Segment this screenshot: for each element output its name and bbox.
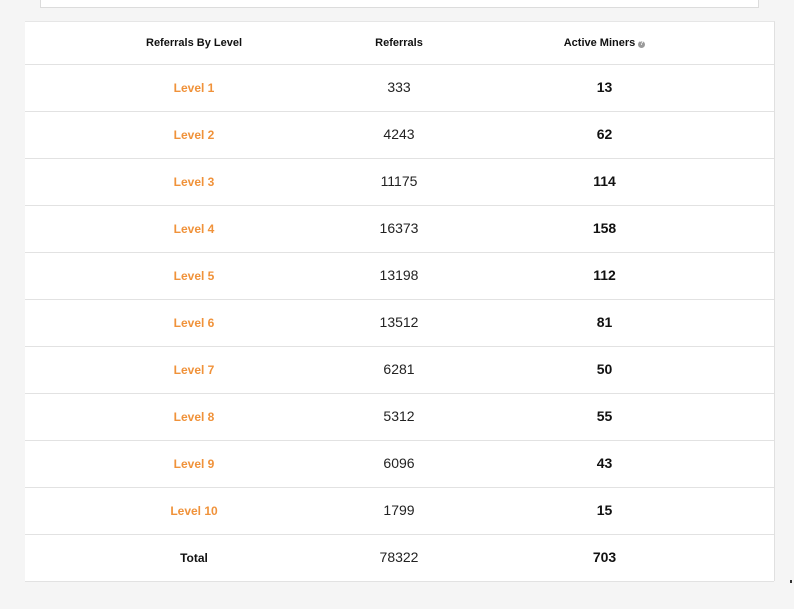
level-link[interactable]: Level 5	[174, 269, 215, 283]
header-row: Referrals By Level Referrals Active Mine…	[25, 22, 774, 65]
active-miners-cell: 50	[435, 346, 774, 394]
active-miners-count: 43	[596, 454, 613, 471]
referrals-cell: 4243	[363, 111, 435, 159]
total-active-cell: 703	[435, 534, 774, 582]
level-cell: Level 9	[25, 440, 363, 488]
referrals-cell: 16373	[363, 205, 435, 253]
level-link[interactable]: Level 10	[170, 504, 217, 518]
table-row: Level 5 13198 112	[25, 252, 774, 300]
table-row: Level 7 6281 50	[25, 346, 774, 394]
active-miners-count: 158	[592, 219, 617, 236]
level-link[interactable]: Level 9	[174, 457, 215, 471]
referrals-count: 11175	[380, 172, 418, 189]
referrals-cell: 11175	[363, 158, 435, 206]
level-cell: Level 5	[25, 252, 363, 300]
table-row: Level 10 1799 15	[25, 487, 774, 535]
active-miners-cell: 81	[435, 299, 774, 347]
active-miners-count: 55	[596, 407, 613, 424]
question-circle-icon[interactable]: ?	[638, 40, 646, 48]
level-cell: Level 7	[25, 346, 363, 394]
referrals-cell: 333	[363, 64, 435, 112]
active-miners-cell: 13	[435, 64, 774, 112]
total-row: Total 78322 703	[25, 534, 774, 582]
referrals-cell: 6096	[363, 440, 435, 488]
active-miners-count: 112	[593, 266, 616, 283]
active-miners-cell: 62	[435, 111, 774, 159]
active-miners-count: 50	[596, 360, 613, 377]
active-miners-count: 15	[596, 501, 613, 518]
level-cell: Level 8	[25, 393, 363, 441]
level-cell: Level 2	[25, 111, 363, 159]
table-row: Level 3 11175 114	[25, 158, 774, 206]
table-row: Level 6 13512 81	[25, 299, 774, 347]
level-link[interactable]: Level 4	[174, 222, 215, 236]
table-row: Level 2 4243 62	[25, 111, 774, 159]
total-label: Total	[180, 550, 208, 565]
table-row: Level 1 333 13	[25, 64, 774, 112]
header-referrals: Referrals	[363, 22, 435, 65]
referrals-by-level-table: Referrals By Level Referrals Active Mine…	[25, 22, 774, 582]
referrals-count: 16373	[379, 219, 419, 236]
total-referrals-cell: 78322	[363, 534, 435, 582]
level-cell: Level 3	[25, 158, 363, 206]
active-miners-cell: 43	[435, 440, 774, 488]
referrals-cell: 1799	[363, 487, 435, 535]
active-miners-count: 81	[596, 313, 613, 330]
referrals-count: 5312	[383, 407, 415, 424]
referrals-table-card: Referrals By Level Referrals Active Mine…	[25, 21, 775, 582]
header-active-miners: Active Miners?	[435, 22, 774, 65]
active-miners-count: 13	[596, 78, 613, 95]
active-miners-cell: 112	[435, 252, 774, 300]
referrals-count: 13512	[379, 313, 419, 330]
active-miners-cell: 55	[435, 393, 774, 441]
referrals-cell: 6281	[363, 346, 435, 394]
level-cell: Level 6	[25, 299, 363, 347]
referrals-count: 6281	[383, 360, 415, 377]
table-header: Referrals By Level Referrals Active Mine…	[25, 22, 774, 65]
active-miners-cell: 158	[435, 205, 774, 253]
referrals-count: 333	[387, 78, 411, 95]
header-referrals-by-level: Referrals By Level	[25, 22, 363, 65]
level-cell: Level 1	[25, 64, 363, 112]
table-row: Level 8 5312 55	[25, 393, 774, 441]
referrals-cell: 13512	[363, 299, 435, 347]
referrals-count: 1799	[383, 501, 415, 518]
level-link[interactable]: Level 8	[174, 410, 215, 424]
table-body: Level 1 333 13 Level 2 4243 62 Level 3 11175 114…	[25, 64, 774, 582]
scrollbar-marker[interactable]	[790, 580, 792, 583]
referrals-cell: 5312	[363, 393, 435, 441]
active-miners-count: 114	[593, 172, 616, 189]
level-link[interactable]: Level 7	[174, 363, 215, 377]
active-miners-cell: 114	[435, 158, 774, 206]
total-active-miners: 703	[592, 548, 617, 565]
referrals-cell: 13198	[363, 252, 435, 300]
total-label-cell: Total	[25, 534, 363, 582]
referrals-count: 13198	[379, 266, 419, 283]
level-link[interactable]: Level 1	[174, 81, 215, 95]
top-panel	[40, 0, 759, 8]
level-link[interactable]: Level 2	[174, 128, 215, 142]
referrals-count: 6096	[383, 454, 415, 471]
referrals-count: 4243	[383, 125, 415, 142]
level-link[interactable]: Level 3	[174, 175, 215, 189]
level-cell: Level 10	[25, 487, 363, 535]
total-referrals: 78322	[379, 548, 419, 565]
active-miners-cell: 15	[435, 487, 774, 535]
level-link[interactable]: Level 6	[174, 316, 215, 330]
table-row: Level 9 6096 43	[25, 440, 774, 488]
active-miners-count: 62	[596, 125, 613, 142]
table-row: Level 4 16373 158	[25, 205, 774, 253]
level-cell: Level 4	[25, 205, 363, 253]
